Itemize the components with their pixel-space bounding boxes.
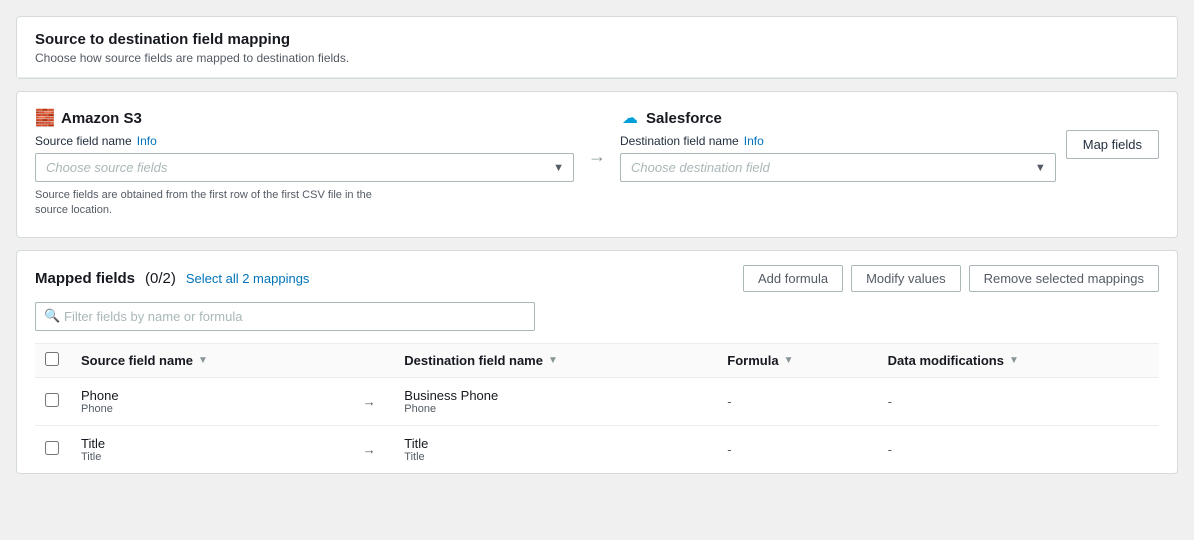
dest-field-dropdown[interactable]: Choose destination field	[620, 153, 1056, 182]
row-arrow-icon-0: →	[344, 377, 394, 425]
dest-col-sort-icon[interactable]: ▼	[548, 355, 558, 366]
col-formula: Formula	[727, 353, 778, 368]
source-field-main-1: Title	[81, 436, 334, 451]
col-dest-field-name: Destination field name	[404, 353, 543, 368]
source-hint-text: Source fields are obtained from the firs…	[35, 188, 395, 219]
page-title: Source to destination field mapping	[35, 31, 1159, 48]
mapped-fields-count: (0/2)	[145, 270, 176, 287]
source-to-dest-arrow-icon: →	[588, 146, 606, 167]
dest-info-link[interactable]: Info	[744, 134, 764, 148]
add-formula-button[interactable]: Add formula	[743, 265, 843, 292]
data-mods-col-sort-icon[interactable]: ▼	[1009, 355, 1019, 366]
page-subtitle: Choose how source fields are mapped to d…	[35, 51, 1159, 65]
remove-mappings-button[interactable]: Remove selected mappings	[969, 265, 1159, 292]
filter-fields-input[interactable]	[35, 302, 535, 331]
dest-field-label: Destination field name	[620, 134, 739, 148]
row-arrow-icon-1: →	[344, 425, 394, 473]
select-all-checkbox[interactable]	[45, 352, 59, 366]
source-col-sort-icon[interactable]: ▼	[198, 355, 208, 366]
source-field-main-0: Phone	[81, 388, 334, 403]
formula-cell-1: -	[717, 425, 877, 473]
row-checkbox-0[interactable]	[45, 393, 59, 407]
map-fields-button[interactable]: Map fields	[1066, 130, 1159, 159]
source-service-name: Amazon S3	[61, 110, 142, 127]
salesforce-icon: ☁	[620, 108, 640, 128]
dest-field-sub-1: Title	[404, 451, 707, 463]
amazon-s3-icon: 🧱	[35, 108, 55, 128]
row-checkbox-1[interactable]	[45, 441, 59, 455]
data-mods-cell-1: -	[878, 425, 1159, 473]
dest-service-name: Salesforce	[646, 110, 722, 127]
modify-values-button[interactable]: Modify values	[851, 265, 960, 292]
col-data-modifications: Data modifications	[888, 353, 1004, 368]
source-field-sub-0: Phone	[81, 403, 334, 415]
source-fields-dropdown[interactable]: Choose source fields	[35, 153, 574, 182]
dest-field-main-0: Business Phone	[404, 388, 707, 403]
select-all-mappings-link[interactable]: Select all 2 mappings	[186, 271, 310, 286]
source-info-link[interactable]: Info	[137, 134, 157, 148]
formula-cell-0: -	[717, 377, 877, 425]
col-source-field-name: Source field name	[81, 353, 193, 368]
table-row: Phone Phone → Business Phone Phone - -	[35, 377, 1159, 425]
mapped-fields-title: Mapped fields	[35, 270, 135, 287]
dest-field-main-1: Title	[404, 436, 707, 451]
source-field-label: Source field name	[35, 134, 132, 148]
formula-col-sort-icon[interactable]: ▼	[784, 355, 794, 366]
table-row: Title Title → Title Title - -	[35, 425, 1159, 473]
dest-field-sub-0: Phone	[404, 403, 707, 415]
mapped-fields-table: Source field name ▼ Destination field na…	[35, 343, 1159, 473]
source-field-sub-1: Title	[81, 451, 334, 463]
data-mods-cell-0: -	[878, 377, 1159, 425]
search-icon: 🔍	[44, 308, 60, 324]
